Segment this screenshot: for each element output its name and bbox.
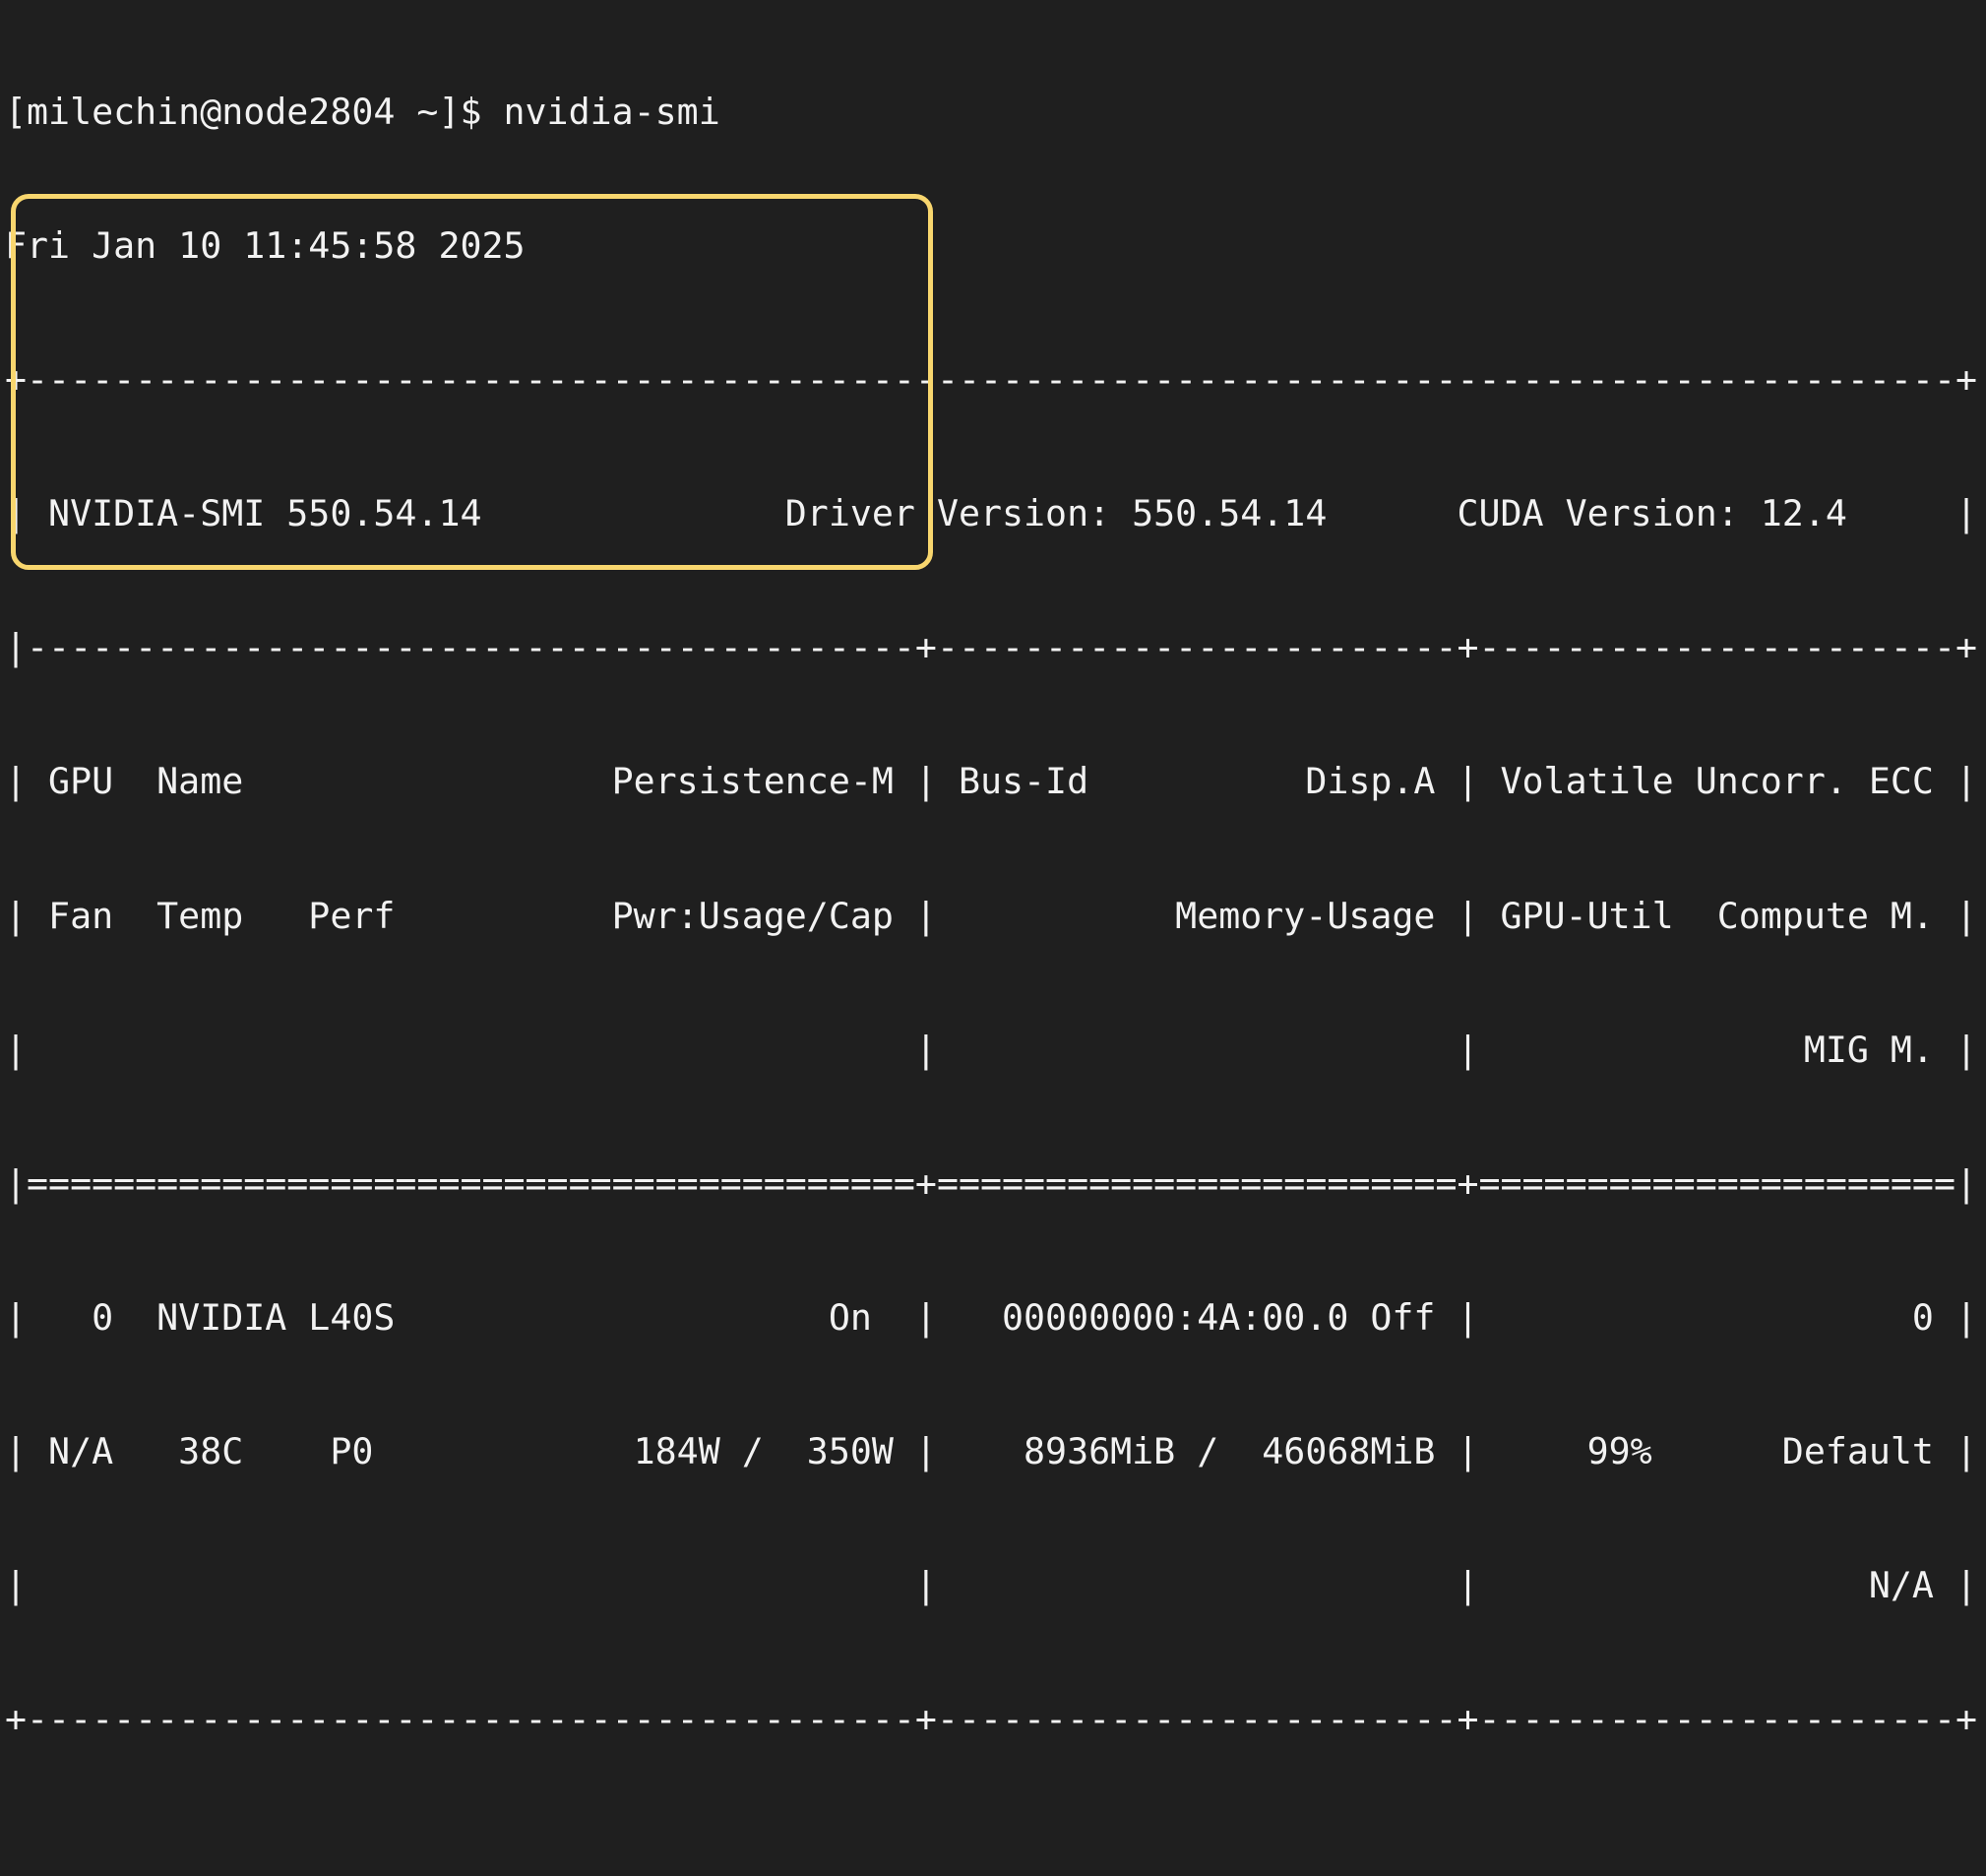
column-header-line-3: | | | MIG M. | (5, 1028, 1977, 1072)
column-header-line-1: | GPU Name Persistence-M | Bus-Id Disp.A… (5, 759, 1977, 803)
terminal-output[interactable]: [milechin@node2804 ~]$ nvidia-smi Fri Ja… (5, 0, 1977, 1876)
gpu-row-line-3: | | | N/A | (5, 1563, 1977, 1607)
gpu-row-line-2: | N/A 38C P0 184W / 350W | 8936MiB / 460… (5, 1429, 1977, 1473)
blank-line (5, 1831, 1977, 1875)
gpu-table-bottom-border: +---------------------------------------… (5, 1697, 1977, 1741)
timestamp-line: Fri Jan 10 11:45:58 2025 (5, 223, 1977, 268)
gpu-table-header-divider: |=======================================… (5, 1161, 1977, 1206)
column-header-line-2: | Fan Temp Perf Pwr:Usage/Cap | Memory-U… (5, 894, 1977, 938)
shell-prompt-line: [milechin@node2804 ~]$ nvidia-smi (5, 90, 1977, 134)
gpu-row-line-1: | 0 NVIDIA L40S On | 00000000:4A:00.0 Of… (5, 1295, 1977, 1340)
version-header-line: | NVIDIA-SMI 550.54.14 Driver Version: 5… (5, 491, 1977, 535)
header-separator-line: |---------------------------------------… (5, 625, 1977, 669)
gpu-table-top-border: +---------------------------------------… (5, 357, 1977, 402)
